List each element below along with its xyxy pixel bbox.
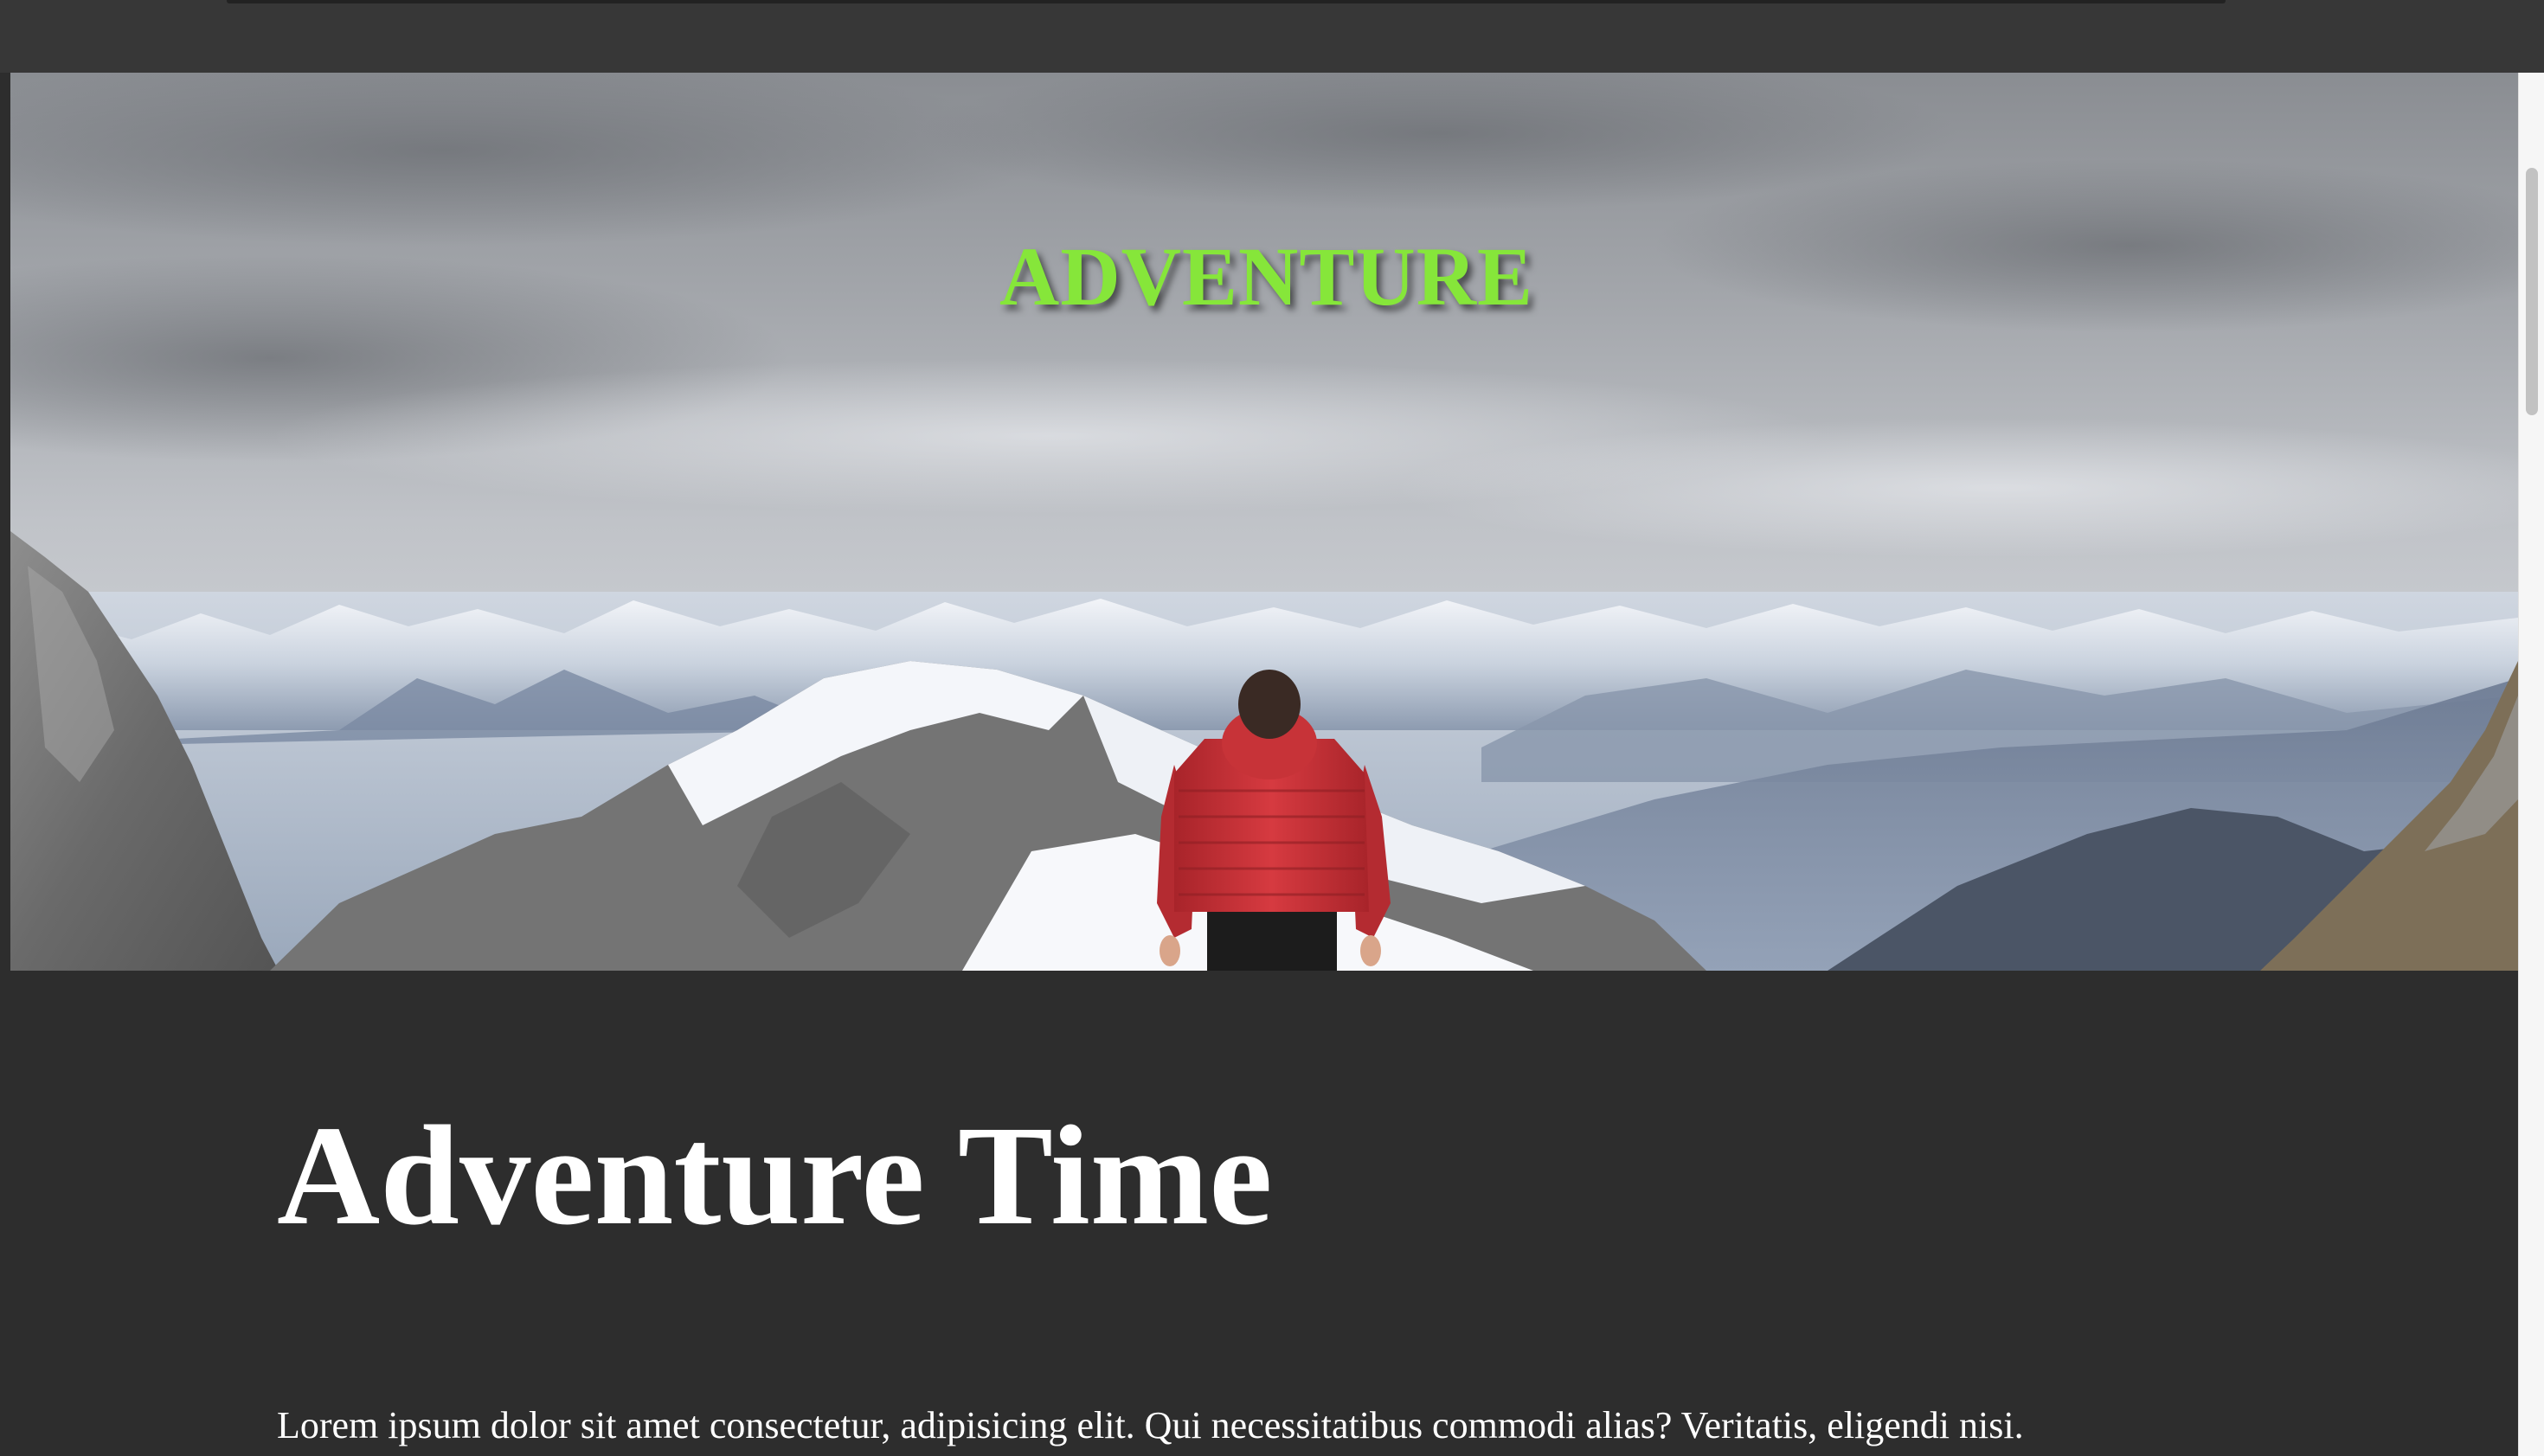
main-content: Adventure Time Lorem ipsum dolor sit ame…	[0, 971, 2518, 1456]
vertical-scrollbar[interactable]	[2518, 73, 2544, 1456]
hero-banner: ADVENTURE	[10, 73, 2518, 971]
scrollbar-thumb[interactable]	[2526, 168, 2538, 415]
hero-image	[10, 73, 2518, 971]
hero-title: ADVENTURE	[999, 230, 1534, 323]
top-bar-divider	[227, 0, 2226, 3]
scrollbar-corner	[2518, 0, 2544, 73]
page-title: Adventure Time	[277, 1096, 1273, 1254]
top-bar	[0, 0, 2544, 73]
intro-paragraph: Lorem ipsum dolor sit amet consectetur, …	[277, 1404, 2024, 1446]
